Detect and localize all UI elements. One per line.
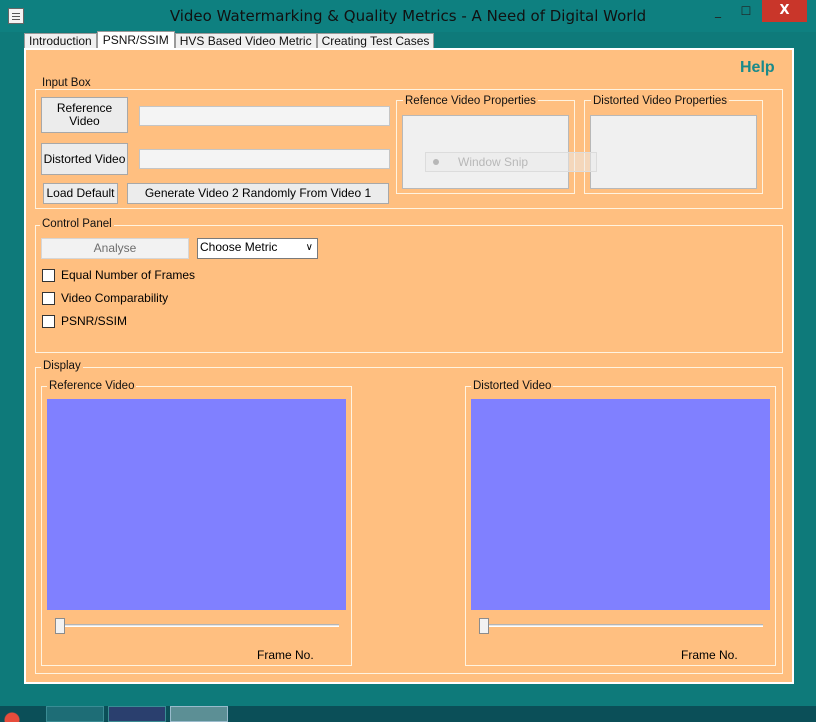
help-link[interactable]: Help — [740, 59, 775, 77]
checkbox-box[interactable] — [42, 314, 55, 328]
checkbox-label: Video Comparability — [61, 291, 169, 305]
metric-select[interactable]: Choose Metric ∨ — [197, 238, 318, 259]
title-bar: Video Watermarking & Quality Metrics - A… — [0, 0, 816, 32]
distorted-video-button[interactable]: Distorted Video — [41, 143, 128, 175]
load-default-button[interactable]: Load Default — [43, 183, 118, 204]
window-snip-label: Window Snip — [458, 155, 529, 169]
tab-strip: Introduction PSNR/SSIM HVS Based Video M… — [24, 31, 435, 49]
reference-video-path-field[interactable] — [139, 106, 390, 126]
display-label: Display — [41, 360, 83, 372]
reference-frame-label: Frame No. — [257, 648, 314, 662]
visual-studio-icon[interactable] — [108, 706, 166, 722]
reference-properties-label: Refence Video Properties — [403, 95, 538, 107]
chrome-icon[interactable] — [0, 706, 40, 722]
psnr-ssim-checkbox[interactable]: PSNR/SSIM — [42, 314, 127, 328]
reference-video-button[interactable]: Reference Video — [41, 97, 128, 133]
checkbox-box[interactable] — [42, 268, 55, 282]
metric-select-value: Choose Metric — [200, 240, 278, 254]
minimize-button[interactable]: _ — [705, 0, 731, 22]
reference-frame-slider-track[interactable] — [58, 624, 339, 627]
tab-creating-test-cases[interactable]: Creating Test Cases — [316, 33, 435, 49]
checkbox-label: Equal Number of Frames — [61, 268, 196, 282]
reference-video-player[interactable] — [47, 399, 346, 610]
distorted-properties-box — [590, 115, 757, 189]
close-button[interactable]: X — [762, 0, 807, 22]
distorted-video-player[interactable] — [471, 399, 770, 610]
distorted-video-path-field[interactable] — [139, 149, 390, 169]
distorted-properties-label: Distorted Video Properties — [591, 95, 730, 107]
distorted-frame-slider-thumb[interactable] — [479, 618, 489, 634]
distorted-frame-slider-track[interactable] — [482, 624, 763, 627]
maximize-button[interactable]: ☐ — [733, 0, 759, 22]
input-box-label: Input Box — [40, 77, 93, 89]
window-title: Video Watermarking & Quality Metrics - A… — [169, 7, 647, 25]
chevron-down-icon: ∨ — [305, 242, 313, 253]
reference-video-label: Reference Video — [47, 380, 137, 392]
control-panel-label: Control Panel — [40, 218, 114, 230]
video-comparability-checkbox[interactable]: Video Comparability — [42, 291, 168, 305]
snip-icon — [433, 159, 439, 165]
reference-frame-slider-thumb[interactable] — [55, 618, 65, 634]
distorted-frame-label: Frame No. — [681, 648, 738, 662]
taskbar — [0, 706, 816, 722]
distorted-video-label: Distorted Video — [471, 380, 554, 392]
equal-frames-checkbox[interactable]: Equal Number of Frames — [42, 268, 195, 282]
window-snip-overlay[interactable]: Window Snip — [425, 152, 597, 172]
checkbox-label: PSNR/SSIM — [61, 314, 128, 328]
generate-random-video-button[interactable]: Generate Video 2 Randomly From Video 1 — [127, 183, 389, 204]
vlc-icon[interactable] — [46, 706, 104, 722]
tab-psnr-ssim[interactable]: PSNR/SSIM — [96, 31, 175, 49]
tab-hvs-based-video-metric[interactable]: HVS Based Video Metric — [174, 33, 317, 49]
clock-icon[interactable] — [170, 706, 228, 722]
analyse-button[interactable]: Analyse — [41, 238, 189, 259]
checkbox-box[interactable] — [42, 291, 55, 305]
tab-introduction[interactable]: Introduction — [24, 33, 97, 49]
